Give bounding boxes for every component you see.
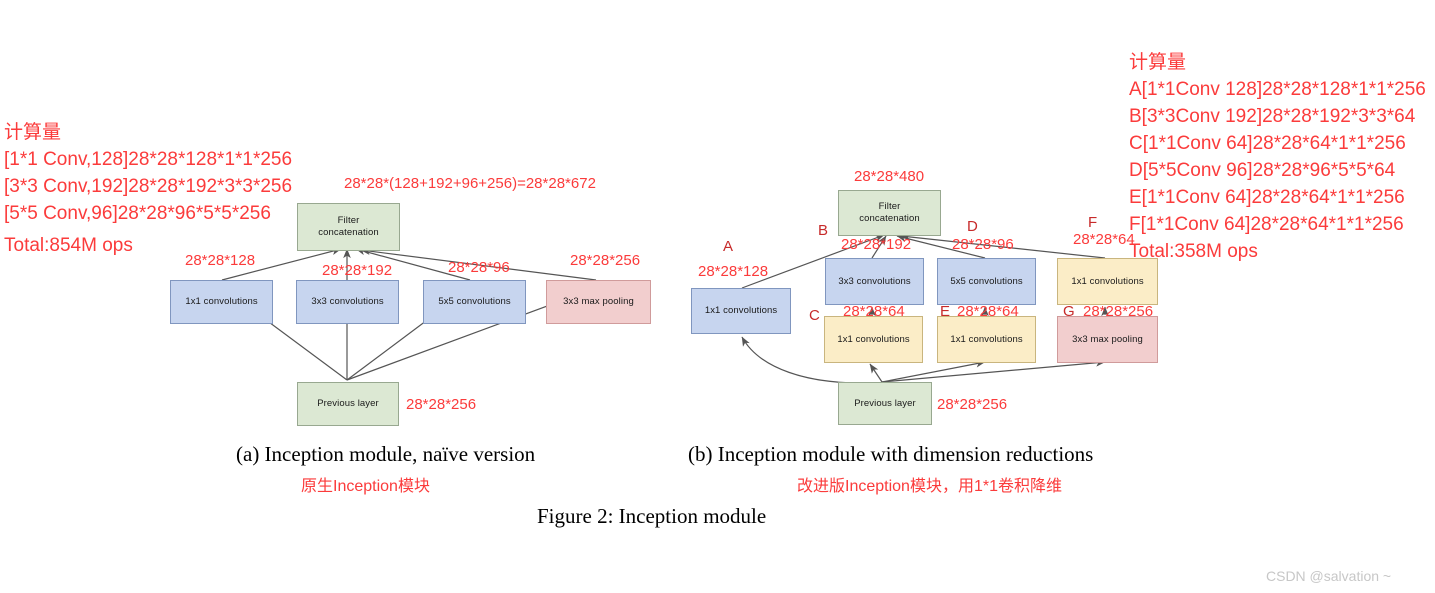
dim-b-f: 28*28*64 xyxy=(1073,231,1135,248)
diagram-a-output-formula: 28*28*(128+192+96+256)=28*28*672 xyxy=(344,175,596,192)
caption-b-chinese: 改进版Inception模块，用1*1卷积降维 xyxy=(797,478,1062,495)
node-b-max-pooling-g[interactable]: 3x3 max pooling xyxy=(1057,316,1158,363)
label-letter-f: F xyxy=(1088,214,1098,231)
node-a-conv-1x1[interactable]: 1x1 convolutions xyxy=(170,280,273,324)
node-a-filter-concatenation[interactable]: Filter concatenation xyxy=(297,203,400,251)
watermark: CSDN @salvation ~ xyxy=(1266,568,1392,584)
label-letter-c: C xyxy=(809,307,820,324)
node-b-conv-1x1-a[interactable]: 1x1 convolutions xyxy=(691,288,791,334)
node-b-conv-1x1-e[interactable]: 1x1 convolutions xyxy=(937,316,1036,363)
dim-b-d: 28*28*96 xyxy=(952,236,1014,253)
caption-a-english: (a) Inception module, naïve version xyxy=(236,442,536,466)
figure-canvas: 计算量 [1*1 Conv,128]28*28*128*1*1*256 [3*3… xyxy=(0,0,1435,593)
dim-a-conv1x1: 28*28*128 xyxy=(185,252,256,269)
node-a-conv-3x3[interactable]: 3x3 convolutions xyxy=(296,280,399,324)
node-b-filter-concatenation[interactable]: Filter concatenation xyxy=(838,190,941,236)
right-computation-annotation: 计算量 A[1*1Conv 128]28*28*128*1*1*256 B[3*… xyxy=(1129,52,1426,262)
node-a-max-pooling[interactable]: 3x3 max pooling xyxy=(546,280,651,324)
label-letter-b: B xyxy=(818,222,829,239)
dim-b-b: 28*28*192 xyxy=(841,236,912,253)
label-letter-d: D xyxy=(967,218,978,235)
dim-b-previous-layer: 28*28*256 xyxy=(937,396,1008,413)
dim-a-maxpool: 28*28*256 xyxy=(570,252,641,269)
node-b-conv-1x1-c[interactable]: 1x1 convolutions xyxy=(824,316,923,363)
node-b-conv-3x3-b[interactable]: 3x3 convolutions xyxy=(825,258,924,305)
dim-a-previous-layer: 28*28*256 xyxy=(406,396,477,413)
dim-a-conv5x5: 28*28*96 xyxy=(448,259,510,276)
node-b-conv-1x1-f[interactable]: 1x1 convolutions xyxy=(1057,258,1158,305)
node-a-conv-5x5[interactable]: 5x5 convolutions xyxy=(423,280,526,324)
left-total-ops: Total:854M ops xyxy=(4,235,133,256)
node-a-previous-layer[interactable]: Previous layer xyxy=(297,382,399,426)
node-b-previous-layer[interactable]: Previous layer xyxy=(838,382,932,425)
dim-a-conv3x3: 28*28*192 xyxy=(322,262,393,279)
caption-a-chinese: 原生Inception模块 xyxy=(301,478,430,495)
left-computation-annotation: 计算量 [1*1 Conv,128]28*28*128*1*1*256 [3*3… xyxy=(4,122,293,224)
label-letter-a: A xyxy=(723,238,734,255)
node-b-conv-5x5-d[interactable]: 5x5 convolutions xyxy=(937,258,1036,305)
caption-b-english: (b) Inception module with dimension redu… xyxy=(688,442,1094,466)
figure-caption: Figure 2: Inception module xyxy=(537,504,767,528)
dim-b-a: 28*28*128 xyxy=(698,263,769,280)
diagram-b-output-dim: 28*28*480 xyxy=(854,168,925,185)
